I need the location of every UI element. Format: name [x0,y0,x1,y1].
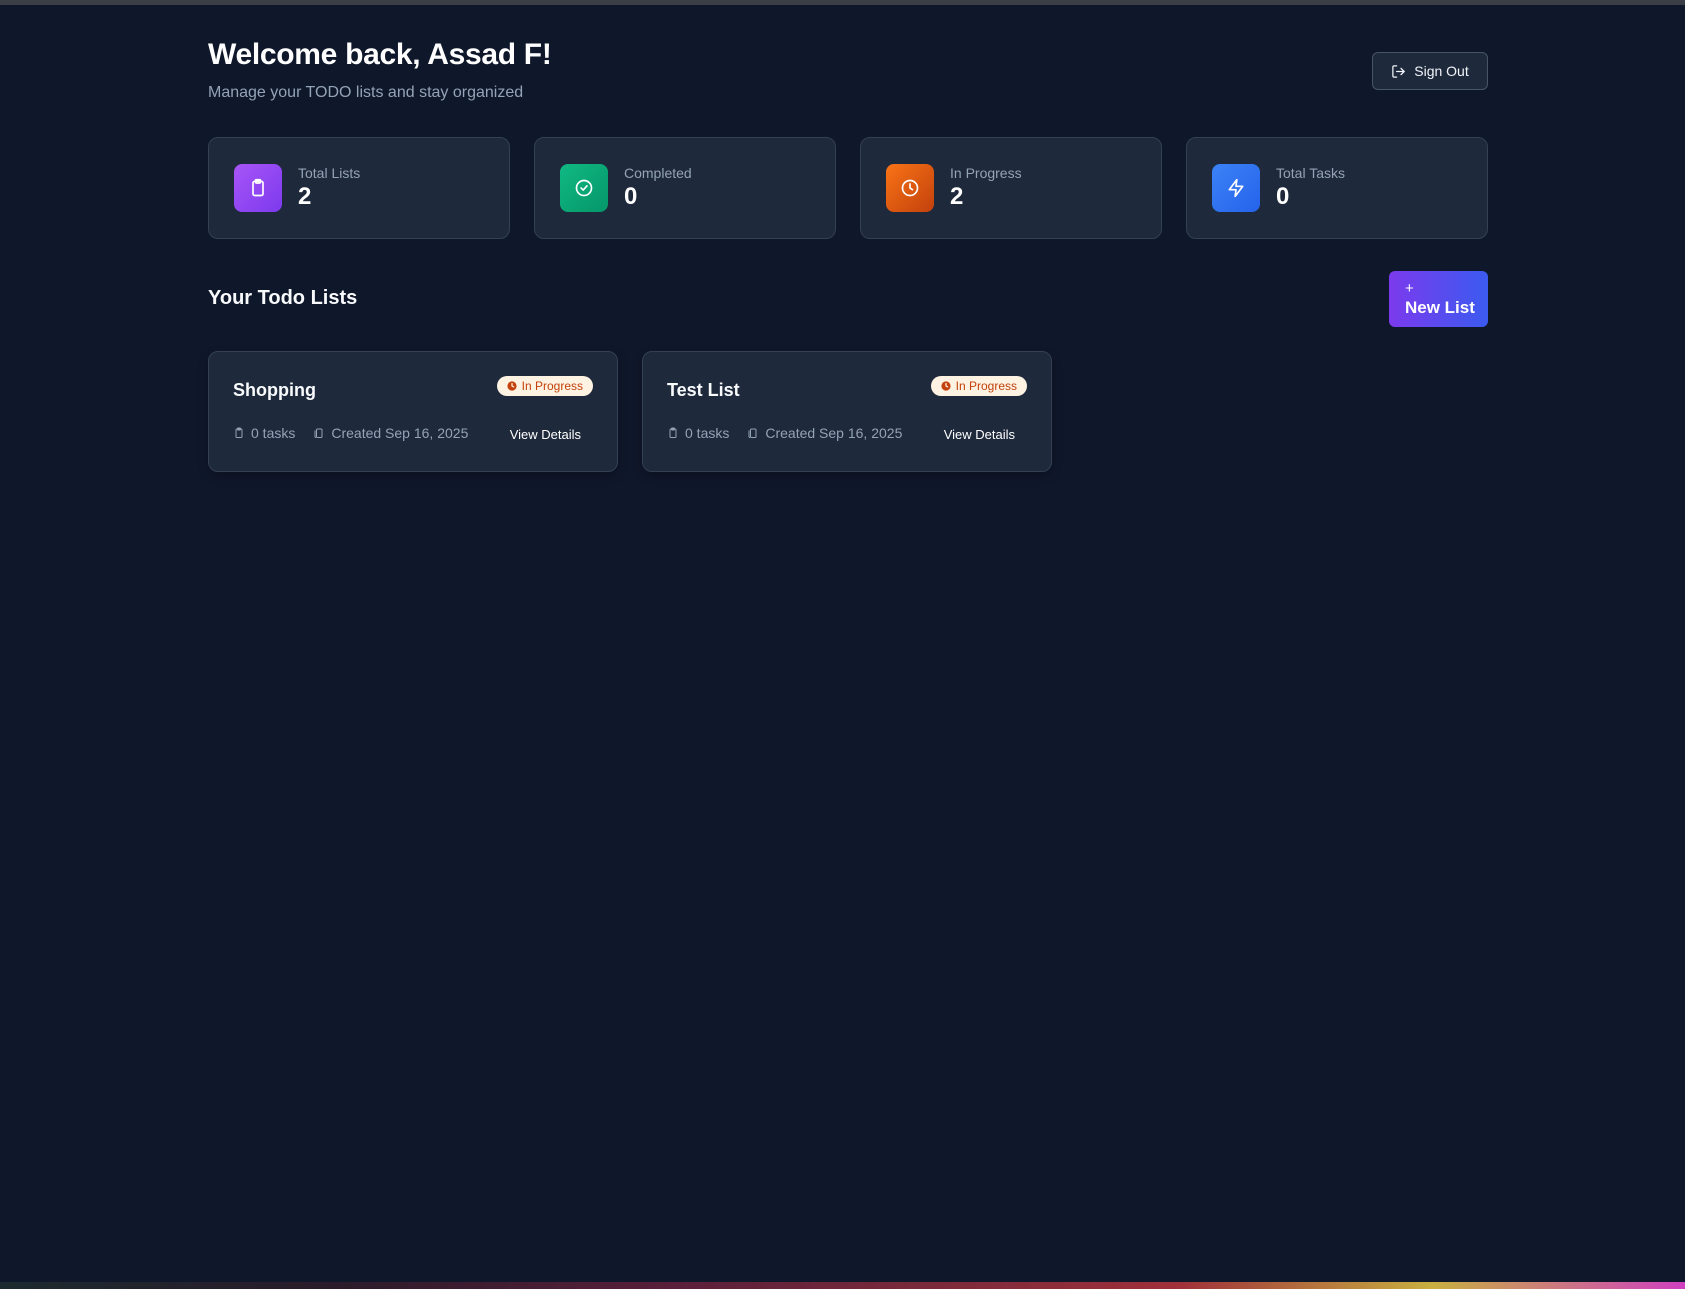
lightning-icon [1212,164,1260,212]
list-meta: 0 tasks Created Sep 16, 2025 [667,425,920,441]
status-label: In Progress [521,379,583,393]
task-count-label: 0 tasks [685,425,730,441]
view-details-button[interactable]: View Details [944,427,1015,442]
stats-row: Total Lists 2 Completed 0 In Progress 2 [208,137,1488,239]
clipboard-icon [234,164,282,212]
status-badge: In Progress [496,376,593,396]
sign-out-icon [1392,64,1405,78]
stat-value: 0 [624,183,638,210]
calendar-icon [314,428,323,438]
window-bottom-border [0,1282,1685,1289]
sign-out-label: Sign Out [1414,63,1469,79]
created-date: Created Sep 16, 2025 [747,425,902,441]
plus-icon: + [1405,280,1414,297]
stat-label: In Progress [950,165,1022,181]
new-list-label: New List [1405,298,1475,317]
page-header: Welcome back, Assad F! Manage your TODO … [208,0,1488,120]
calendar-icon [748,428,757,438]
page-subtitle: Manage your TODO lists and stay organize… [208,84,524,101]
created-date-label: Created Sep 16, 2025 [765,425,903,441]
page-title: Welcome back, Assad F! [208,38,552,71]
clock-icon [886,164,934,212]
stat-card-completed: Completed 0 [534,137,836,239]
clipboard-icon [669,427,677,438]
created-date: Created Sep 16, 2025 [313,425,468,441]
clock-icon [507,381,517,391]
list-meta: 0 tasks Created Sep 16, 2025 [233,425,486,441]
list-title: Shopping [233,380,316,400]
task-count-label: 0 tasks [251,425,296,441]
stat-value: 2 [950,183,964,210]
todo-list-card[interactable]: Shopping In Progress 0 tasks Created Sep… [208,351,618,472]
stat-label: Total Lists [298,165,361,181]
section-title: Your Todo Lists [208,287,358,309]
stat-card-total-lists: Total Lists 2 [208,137,510,239]
sign-out-button[interactable]: Sign Out [1372,52,1488,90]
clipboard-icon [235,427,243,438]
stat-card-in-progress: In Progress 2 [860,137,1162,239]
todo-list-grid: Shopping In Progress 0 tasks Created Sep… [208,351,1052,472]
status-label: In Progress [955,379,1017,393]
created-date-label: Created Sep 16, 2025 [331,425,469,441]
check-circle-icon [560,164,608,212]
task-count: 0 tasks [667,425,729,441]
stat-card-total-tasks: Total Tasks 0 [1186,137,1488,239]
task-count: 0 tasks [233,425,295,441]
stat-value: 0 [1276,183,1290,210]
status-badge: In Progress [930,376,1027,396]
new-list-button[interactable]: + New List [1389,271,1488,327]
stat-label: Completed [624,165,692,181]
todo-list-card[interactable]: Test List In Progress 0 tasks Created Se… [642,351,1052,472]
stat-value: 2 [298,183,312,210]
stat-label: Total Tasks [1276,165,1345,181]
list-title: Test List [667,380,740,400]
clock-icon [941,381,951,391]
dashboard: Welcome back, Assad F! Manage your TODO … [208,0,1488,472]
view-details-button[interactable]: View Details [510,427,581,442]
